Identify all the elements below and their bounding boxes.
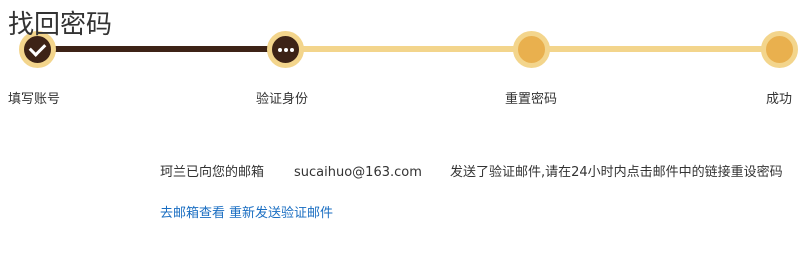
notice-suffix: 发送了验证邮件,请在24小时内点击邮件中的链接重设密码 xyxy=(450,165,783,180)
progress-track-completed xyxy=(38,46,286,52)
step-4-label: 成功 xyxy=(766,92,793,107)
step-3-node xyxy=(513,31,550,68)
resend-email-link[interactable]: 重新发送验证邮件 xyxy=(229,205,333,223)
step-2-node xyxy=(267,31,304,68)
more-dots-icon xyxy=(277,47,294,52)
page-title: 找回密码 xyxy=(8,10,113,40)
progress-steps: 填写账号 验证身份 重置密码 成功 xyxy=(0,0,802,120)
step-2-label: 验证身份 xyxy=(256,92,309,107)
step-4-node xyxy=(761,31,798,68)
step-3-label: 重置密码 xyxy=(505,92,558,107)
step-1-label: 填写账号 xyxy=(8,92,61,107)
notice-prefix: 珂兰已向您的邮箱 xyxy=(160,165,265,180)
notice-email: sucaihuo@163.com xyxy=(294,165,422,180)
check-mailbox-link[interactable]: 去邮箱查看 xyxy=(160,205,225,223)
